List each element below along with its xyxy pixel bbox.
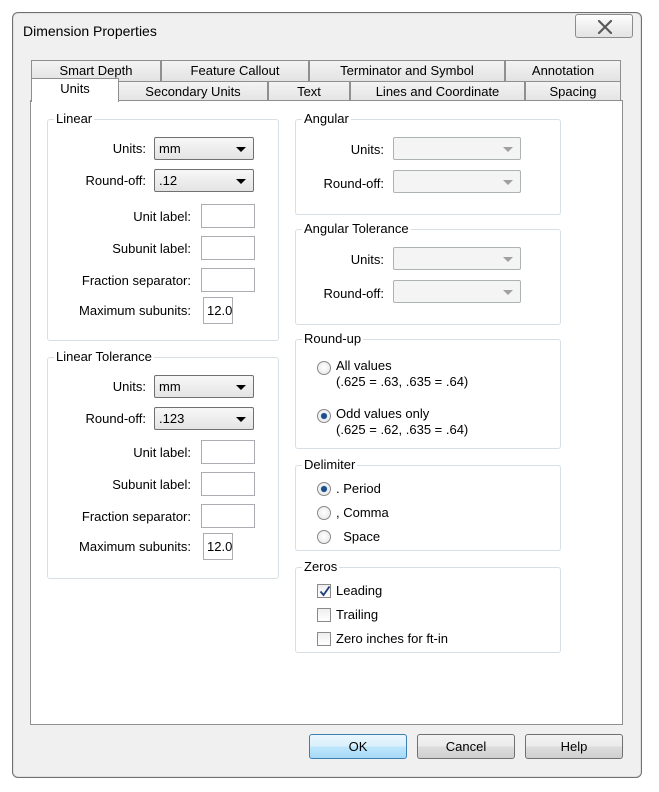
linear-roundoff-label: Round-off: (85, 173, 146, 188)
delimiter-period-radio[interactable] (317, 482, 331, 496)
chevron-down-icon (236, 385, 246, 390)
tolerance-max-subunits-value: 12.0 (207, 539, 233, 554)
close-button[interactable] (575, 14, 633, 38)
linear-subunit-label-text: Subunit label: (112, 241, 191, 256)
linear-unit-label-input[interactable] (201, 204, 255, 228)
chevron-down-icon (236, 179, 246, 184)
tolerance-units-label: Units: (112, 379, 146, 394)
angular-tolerance-group-title: Angular Tolerance (302, 221, 411, 237)
delimiter-group-title: Delimiter (302, 457, 358, 473)
tab-units[interactable]: Units (31, 78, 119, 102)
roundup-all-values-example: (.625 = .63, .635 = .64) (336, 374, 469, 389)
angular-units-select[interactable] (393, 137, 521, 160)
chevron-down-icon (503, 290, 513, 295)
angular-roundoff-select[interactable] (393, 170, 521, 193)
roundup-all-values-radio[interactable] (317, 361, 331, 375)
tab-lines-and-coordinate[interactable]: Lines and Coordinate (350, 81, 525, 102)
delimiter-comma-radio[interactable] (317, 506, 331, 520)
tab-spacing[interactable]: Spacing (525, 81, 621, 102)
tab-secondary-units[interactable]: Secondary Units (118, 81, 268, 102)
window-title: Dimension Properties (23, 23, 157, 39)
chevron-down-icon (236, 147, 246, 152)
delimiter-space-label[interactable]: Space (336, 529, 380, 545)
roundup-odd-values-example: (.625 = .62, .635 = .64) (336, 422, 469, 437)
angular-tolerance-roundoff-select[interactable] (393, 280, 521, 303)
cancel-button[interactable]: Cancel (417, 734, 515, 759)
linear-fraction-separator-input[interactable] (201, 268, 255, 292)
delimiter-space-radio[interactable] (317, 530, 331, 544)
angular-units-label: Units: (350, 142, 384, 157)
zeros-group-title: Zeros (302, 559, 340, 575)
chevron-down-icon (503, 180, 513, 185)
roundup-group: Round-up All values (.625 = .63, .635 = … (295, 331, 561, 449)
tolerance-roundoff-label: Round-off: (85, 411, 146, 426)
tolerance-roundoff-value: .123 (159, 411, 185, 426)
zeros-group: Zeros Leading Trailing Zero inches for f… (295, 559, 561, 653)
linear-max-subunits-value: 12.0 (207, 303, 233, 318)
checkmark-icon (319, 585, 331, 597)
zeros-trailing-label[interactable]: Trailing (336, 607, 378, 623)
linear-group: Linear Units: mm Round-off: .12 Unit lab… (47, 111, 279, 341)
linear-roundoff-select[interactable]: .12 (154, 169, 254, 192)
linear-max-subunits-text: Maximum subunits: (79, 303, 191, 318)
zeros-leading-checkbox[interactable] (317, 584, 331, 598)
zeros-leading-label[interactable]: Leading (336, 583, 382, 599)
roundup-all-values-label[interactable]: All values (336, 358, 392, 374)
tab-text[interactable]: Text (268, 81, 350, 102)
angular-tolerance-units-label: Units: (350, 252, 384, 267)
tab-annotation[interactable]: Annotation (505, 60, 621, 81)
linear-group-title: Linear (54, 111, 95, 127)
linear-fraction-separator-text: Fraction separator: (81, 273, 191, 288)
tolerance-unit-label-input[interactable] (201, 440, 255, 464)
dimension-properties-dialog: Dimension Properties Smart Depth Feature… (12, 12, 642, 778)
angular-group-title: Angular (302, 111, 351, 127)
angular-tolerance-roundoff-label: Round-off: (323, 286, 384, 301)
zeros-trailing-checkbox[interactable] (317, 608, 331, 622)
tab-panel-units: Linear Units: mm Round-off: .12 Unit lab… (30, 100, 623, 725)
help-button[interactable]: Help (525, 734, 623, 759)
linear-tolerance-group: Linear Tolerance Units: mm Round-off: .1… (47, 349, 279, 579)
delimiter-comma-label[interactable]: , Comma (336, 505, 389, 521)
angular-roundoff-label: Round-off: (323, 176, 384, 191)
delimiter-period-label[interactable]: . Period (336, 481, 381, 497)
roundup-group-title: Round-up (302, 331, 364, 347)
zeros-zero-inches-checkbox[interactable] (317, 632, 331, 646)
angular-tolerance-units-select[interactable] (393, 247, 521, 270)
chevron-down-icon (236, 417, 246, 422)
tolerance-subunit-label-input[interactable] (201, 472, 255, 496)
tolerance-roundoff-select[interactable]: .123 (154, 407, 254, 430)
tolerance-unit-label-text: Unit label: (133, 445, 191, 460)
angular-tolerance-group: Angular Tolerance Units: Round-off: (295, 221, 561, 325)
linear-unit-label-text: Unit label: (133, 209, 191, 224)
delimiter-group: Delimiter . Period , Comma Space (295, 457, 561, 551)
ok-button[interactable]: OK (309, 734, 407, 759)
chevron-down-icon (503, 147, 513, 152)
chevron-down-icon (503, 257, 513, 262)
close-icon (597, 20, 613, 34)
tolerance-max-subunits-input[interactable]: 12.0 (203, 533, 233, 560)
zeros-zero-inches-label[interactable]: Zero inches for ft-in (336, 631, 448, 647)
tolerance-subunit-label-text: Subunit label: (112, 477, 191, 492)
tolerance-max-subunits-text: Maximum subunits: (79, 539, 191, 554)
tolerance-fraction-separator-text: Fraction separator: (81, 509, 191, 524)
angular-group: Angular Units: Round-off: (295, 111, 561, 215)
linear-roundoff-value: .12 (159, 173, 178, 188)
linear-max-subunits-input[interactable]: 12.0 (203, 297, 233, 324)
tolerance-units-value: mm (159, 379, 181, 394)
linear-tolerance-group-title: Linear Tolerance (54, 349, 154, 365)
tolerance-units-select[interactable]: mm (154, 375, 254, 398)
linear-units-label: Units: (112, 141, 146, 156)
tab-feature-callout[interactable]: Feature Callout (161, 60, 309, 81)
roundup-odd-values-label[interactable]: Odd values only (336, 406, 429, 422)
linear-units-value: mm (159, 141, 181, 156)
linear-units-select[interactable]: mm (154, 137, 254, 160)
tolerance-fraction-separator-input[interactable] (201, 504, 255, 528)
roundup-odd-values-radio[interactable] (317, 409, 331, 423)
tab-terminator-and-symbol[interactable]: Terminator and Symbol (309, 60, 505, 81)
linear-subunit-label-input[interactable] (201, 236, 255, 260)
